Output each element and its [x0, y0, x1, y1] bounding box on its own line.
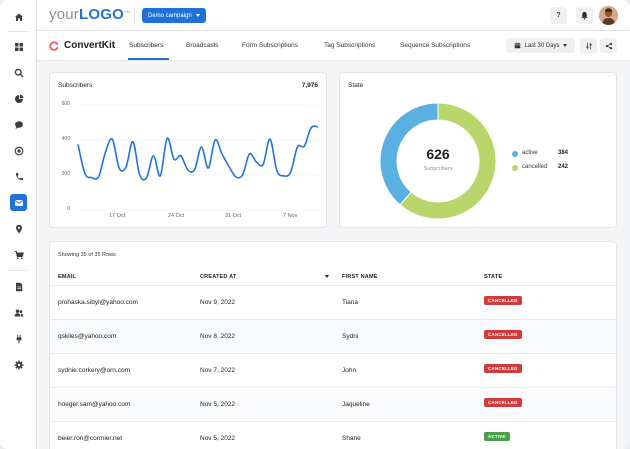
- bell-icon: [581, 11, 588, 20]
- column-header-email[interactable]: EMAIL: [58, 274, 76, 280]
- status-badge: CANCELLED: [484, 296, 522, 305]
- share-button[interactable]: [600, 38, 617, 53]
- x-tick-label: 24 Oct: [168, 213, 185, 219]
- sidebar: [0, 0, 37, 449]
- legend-swatch-cancelled: [512, 165, 518, 171]
- users-icon[interactable]: [10, 304, 27, 321]
- rows-count-info: Showing 35 of 35 Rows: [58, 252, 116, 258]
- topbar-divider: [134, 7, 135, 24]
- donut-center-value: 626: [426, 146, 450, 162]
- share-icon: [605, 42, 612, 49]
- grid-icon[interactable]: [10, 38, 27, 55]
- chevron-down-icon: [195, 14, 200, 17]
- first-name-cell: Jaqueline: [342, 401, 370, 408]
- home-icon[interactable]: [10, 8, 27, 25]
- top-bar: yourLOGOTM Demo campaign ?: [37, 0, 630, 31]
- donut-center-label: Subscribers: [423, 166, 453, 172]
- x-tick-label: 7 Nov: [283, 213, 298, 219]
- created-at-cell: Nov 5, 2022: [200, 435, 236, 442]
- tab-form-subscriptions[interactable]: Form Subscriptions: [242, 42, 298, 49]
- user-avatar[interactable]: [599, 6, 618, 25]
- plug-icon[interactable]: [10, 330, 27, 347]
- tab-subscribers[interactable]: Subscribers: [129, 42, 163, 49]
- report-icon[interactable]: [10, 278, 27, 295]
- created-at-cell: Nov 8, 2022: [200, 333, 236, 340]
- notifications-button[interactable]: [576, 7, 593, 24]
- sort-desc-icon[interactable]: [325, 275, 329, 278]
- tab-sequence-subscriptions[interactable]: Sequence Subscriptions: [400, 42, 470, 49]
- chat-icon[interactable]: [10, 116, 27, 133]
- subscribers-table-card: Showing 35 of 35 Rows EMAIL CREATED AT F…: [49, 241, 617, 449]
- help-button[interactable]: ?: [550, 7, 567, 24]
- table-row[interactable]: hoeger.sam@yahoo.com Nov 5, 2022 Jaqueli…: [50, 387, 616, 421]
- created-at-cell: Nov 7, 2022: [200, 367, 236, 374]
- column-header-state[interactable]: STATE: [484, 274, 502, 280]
- status-badge: CANCELLED: [484, 398, 522, 407]
- state-donut-chart: [379, 102, 497, 220]
- table-row[interactable]: qskiles@yahoo.com Nov 8, 2022 Sydni CANC…: [50, 319, 616, 353]
- email-cell: prohaska.sibyl@yahoo.com: [58, 299, 138, 306]
- email-cell: hoeger.sam@yahoo.com: [58, 401, 131, 408]
- tab-tag-subscriptions[interactable]: Tag Subscriptions: [324, 42, 375, 49]
- email-cell: sydnie.corkery@orn.com: [58, 367, 130, 374]
- phone-icon[interactable]: [10, 168, 27, 185]
- state-chart-card: State 626 Subscribers active 384 cancell…: [339, 72, 617, 228]
- created-at-cell: Nov 5, 2022: [200, 401, 236, 408]
- x-tick-label: 31 Oct: [225, 213, 242, 219]
- subscribers-series-line: [77, 125, 319, 181]
- brand-name: ConvertKit: [64, 40, 116, 51]
- pie-chart-icon[interactable]: [10, 90, 27, 107]
- status-badge: CANCELLED: [484, 330, 522, 339]
- chevron-down-icon: [562, 44, 567, 47]
- sliders-icon: [585, 42, 592, 49]
- first-name-cell: Sydni: [342, 333, 359, 340]
- first-name-cell: John: [342, 367, 357, 374]
- status-badge: CANCELLED: [484, 364, 522, 373]
- table-row[interactable]: prohaska.sibyl@yahoo.com Nov 9, 2022 Tia…: [50, 285, 616, 319]
- legend-label-active: active: [522, 150, 538, 156]
- agency-logo: yourLOGOTM: [49, 6, 131, 23]
- convertkit-brand: ConvertKit: [49, 40, 115, 51]
- first-name-cell: Shane: [342, 435, 361, 442]
- target-icon[interactable]: [10, 142, 27, 159]
- date-range-dropdown[interactable]: Last 30 Days: [506, 38, 575, 53]
- location-icon[interactable]: [10, 220, 27, 237]
- legend-label-cancelled: cancelled: [522, 164, 548, 170]
- first-name-cell: Tiana: [342, 299, 359, 306]
- campaign-dropdown[interactable]: Demo campaign: [142, 8, 206, 23]
- table-row[interactable]: sydnie.corkery@orn.com Nov 7, 2022 John …: [50, 353, 616, 387]
- date-range-label: Last 30 Days: [524, 42, 560, 49]
- legend-value-active: 384: [558, 150, 569, 156]
- legend-value-cancelled: 242: [558, 164, 569, 170]
- calendar-icon: [515, 42, 521, 49]
- created-at-cell: Nov 9, 2022: [200, 299, 236, 306]
- campaign-dropdown-label: Demo campaign: [148, 12, 192, 19]
- sidebar-divider: [8, 270, 29, 271]
- convertkit-logo-icon: [49, 40, 59, 51]
- status-badge: ACTIVE: [484, 432, 510, 441]
- legend-swatch-active: [512, 151, 518, 157]
- tab-broadcasts[interactable]: Broadcasts: [186, 42, 219, 49]
- x-tick-label: 17 Oct: [109, 213, 126, 219]
- column-header-first-name[interactable]: FIRST NAME: [342, 274, 378, 280]
- settings-sliders-button[interactable]: [580, 38, 597, 53]
- cart-icon[interactable]: [10, 246, 27, 263]
- column-header-created-at[interactable]: CREATED AT: [200, 274, 236, 280]
- integration-nav: ConvertKit Subscribers Broadcasts Form S…: [37, 31, 630, 61]
- mail-icon[interactable]: [10, 194, 27, 211]
- subscribers-line-chart: [77, 104, 320, 211]
- email-cell: beier.ron@cormier.net: [58, 435, 123, 442]
- sidebar-divider: [8, 31, 29, 32]
- app-frame: yourLOGOTM Demo campaign ? ConvertKit Su…: [0, 0, 630, 449]
- search-icon[interactable]: [10, 64, 27, 81]
- email-cell: qskiles@yahoo.com: [58, 333, 117, 340]
- table-row[interactable]: beier.ron@cormier.net Nov 5, 2022 Shane …: [50, 421, 616, 449]
- gear-icon[interactable]: [10, 356, 27, 373]
- active-tab-indicator: [128, 58, 169, 60]
- help-icon: ?: [556, 12, 561, 19]
- subscribers-chart-card: Subscribers 7,976 600 400 200 0 17 Oct 2…: [49, 72, 327, 228]
